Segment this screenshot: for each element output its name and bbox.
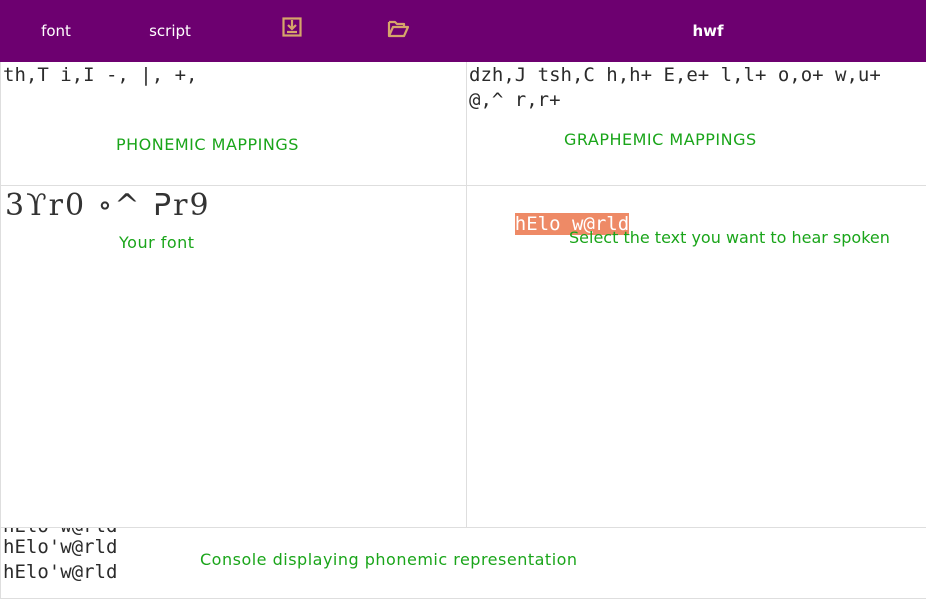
- font-preview-hint: Your font: [119, 233, 195, 252]
- folder-open-icon: [387, 20, 409, 38]
- console-hint: Console displaying phonemic representati…: [200, 550, 578, 569]
- font-preview-pane: 3ϒr0 ∘^ ᕈr9 Your font: [0, 186, 467, 528]
- phonemic-mappings-pane[interactable]: th,T i,I -, |, +, PHONEMIC MAPPINGS: [0, 62, 467, 186]
- graphemic-mappings-text[interactable]: dzh,J tsh,C h,h+ E,e+ l,l+ o,o+ w,u+ @,^…: [469, 63, 889, 113]
- text-input-pane[interactable]: hElo w@rld Select the text you want to h…: [466, 186, 926, 528]
- toolbar: font script hwf: [0, 0, 926, 62]
- save-icon: [282, 17, 302, 37]
- font-menu-button[interactable]: font: [20, 0, 92, 62]
- phonemic-mappings-hint: PHONEMIC MAPPINGS: [116, 135, 299, 154]
- app-title: hwf: [692, 22, 724, 40]
- font-preview-glyphs: 3ϒr0 ∘^ ᕈr9: [5, 188, 211, 223]
- phonemic-mappings-text[interactable]: th,T i,I -, |, +,: [3, 63, 463, 88]
- save-button[interactable]: [276, 0, 308, 58]
- console-pane: hElo w@rld hElo'w@rld hElo'w@rld Console…: [0, 528, 926, 599]
- open-button[interactable]: [380, 0, 416, 60]
- console-line: hElo'w@rld: [3, 561, 118, 583]
- graphemic-mappings-hint: GRAPHEMIC MAPPINGS: [564, 130, 757, 149]
- script-menu-button[interactable]: script: [132, 0, 208, 62]
- text-input[interactable]: hElo w@rld: [469, 187, 630, 262]
- graphemic-mappings-pane[interactable]: dzh,J tsh,C h,h+ E,e+ l,l+ o,o+ w,u+ @,^…: [466, 62, 926, 186]
- console-line: hElo'w@rld: [3, 536, 118, 558]
- text-input-hint: Select the text you want to hear spoken: [569, 228, 890, 247]
